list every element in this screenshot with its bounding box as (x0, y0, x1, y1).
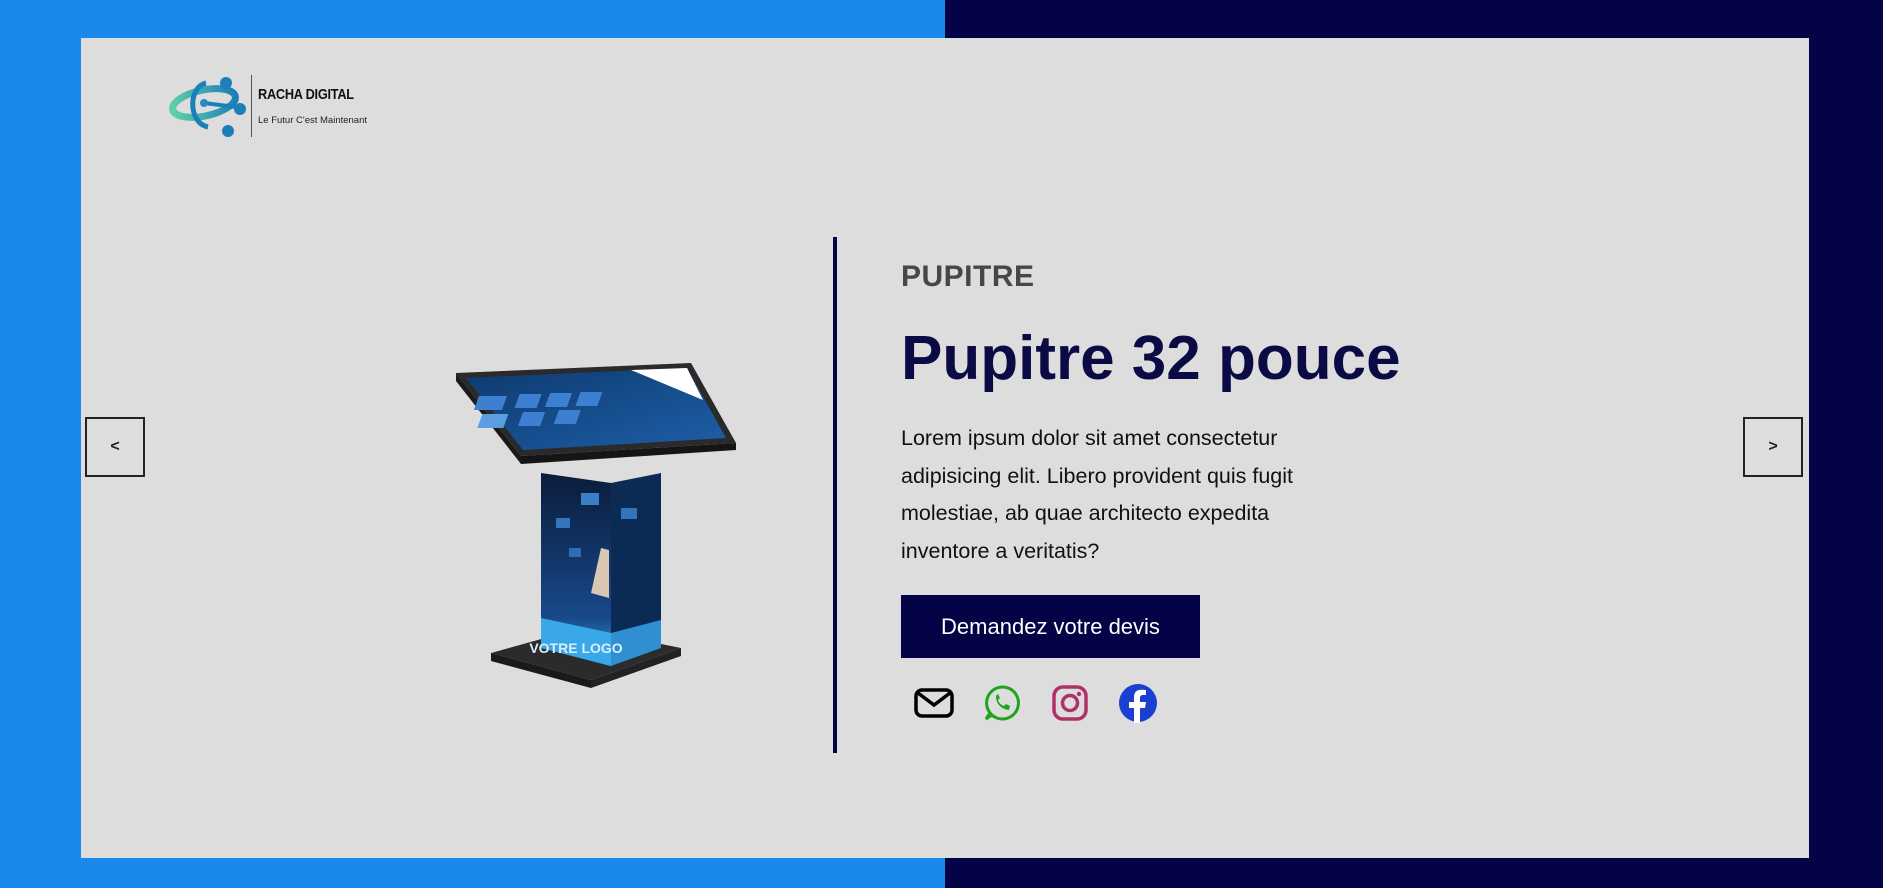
request-quote-button[interactable]: Demandez votre devis (901, 595, 1200, 658)
content-divider (833, 237, 837, 753)
envelope-icon[interactable] (914, 683, 954, 723)
touch-kiosk-image: VOTRE LOGO (456, 363, 736, 688)
product-title: Pupitre 32 pouce (901, 324, 1401, 393)
product-description: Lorem ipsum dolor sit amet consectetur a… (901, 426, 1294, 563)
brand-tagline: Le Futur C'est Maintenant (258, 115, 368, 126)
social-links (914, 683, 1158, 723)
instagram-icon[interactable] (1050, 683, 1090, 723)
facebook-icon[interactable] (1118, 683, 1158, 723)
kiosk-logo-text: VOTRE LOGO (529, 640, 622, 656)
brand-name: RACHA DIGITAL (258, 86, 354, 103)
slider-prev-button[interactable]: < (85, 417, 145, 477)
hero-card: RACHA DIGITAL Le Futur C'est Maintenant … (81, 38, 1809, 858)
brand-logo[interactable]: RACHA DIGITAL Le Futur C'est Maintenant (166, 71, 371, 141)
product-category: PUPITRE (901, 260, 1035, 293)
logo-text: RACHA DIGITAL Le Futur C'est Maintenant (258, 86, 371, 126)
whatsapp-icon[interactable] (982, 683, 1022, 723)
atom-orbit-logo-icon (169, 77, 246, 137)
slider-next-button[interactable]: > (1743, 417, 1803, 477)
logo-divider (251, 75, 252, 137)
